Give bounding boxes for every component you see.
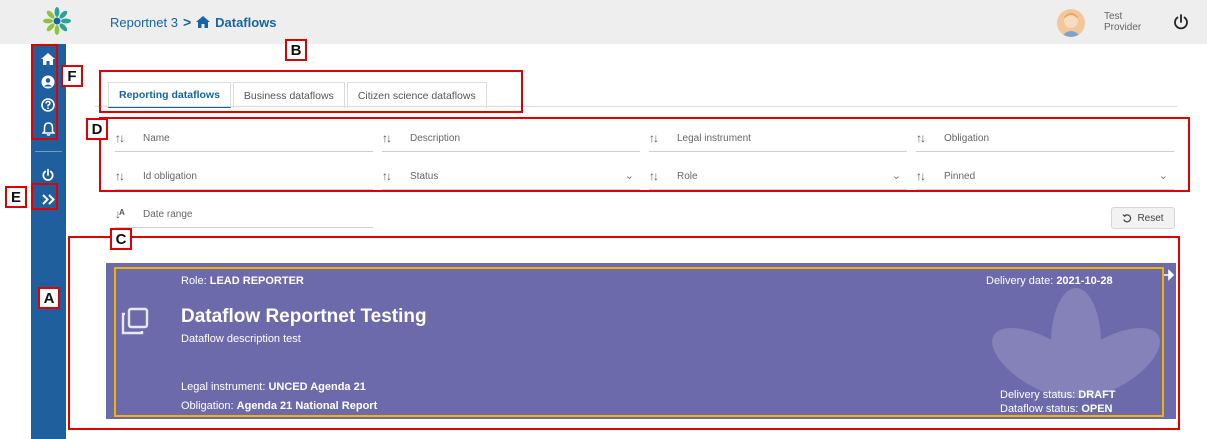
reset-label: Reset xyxy=(1137,212,1164,224)
sidebar-divider xyxy=(35,151,62,152)
breadcrumb-current: Dataflows xyxy=(215,14,277,30)
home-icon xyxy=(196,16,211,28)
top-bar: Reportnet 3 > Dataflows Test Provider xyxy=(0,0,1207,44)
filter-date-range[interactable]: ↓ᴬ Date range xyxy=(115,206,373,228)
annotation-label-a: A xyxy=(38,287,60,309)
sort-alpha-icon[interactable]: ↓ᴬ xyxy=(115,207,125,221)
user-role-name: Provider xyxy=(1104,22,1142,33)
undo-icon xyxy=(1122,213,1132,223)
annotation-box-b xyxy=(99,70,523,113)
power-icon xyxy=(42,168,54,181)
eu-logo-icon[interactable] xyxy=(42,6,72,36)
annotation-box-f xyxy=(31,44,58,140)
breadcrumb-root-link[interactable]: Reportnet 3 xyxy=(110,15,178,30)
annotation-label-c: C xyxy=(110,228,132,250)
annotation-label-b: B xyxy=(285,39,307,61)
user-name: Test Provider xyxy=(1104,11,1141,33)
annotation-box-e xyxy=(31,183,58,210)
annotation-label-f: F xyxy=(61,65,83,87)
filter-date-range-label: Date range xyxy=(143,209,193,220)
annotation-label-d: D xyxy=(86,118,108,140)
breadcrumb-separator: > xyxy=(182,14,192,30)
avatar[interactable] xyxy=(1057,9,1085,37)
breadcrumb: Reportnet 3 > Dataflows xyxy=(110,14,277,30)
reset-button[interactable]: Reset xyxy=(1111,207,1175,229)
annotation-box-c xyxy=(68,236,1180,430)
sidebar-item-logout[interactable] xyxy=(38,165,58,185)
annotation-box-d xyxy=(99,117,1190,192)
annotation-label-e: E xyxy=(5,186,27,208)
power-icon[interactable] xyxy=(1172,13,1190,31)
user-first-name: Test xyxy=(1104,11,1123,22)
